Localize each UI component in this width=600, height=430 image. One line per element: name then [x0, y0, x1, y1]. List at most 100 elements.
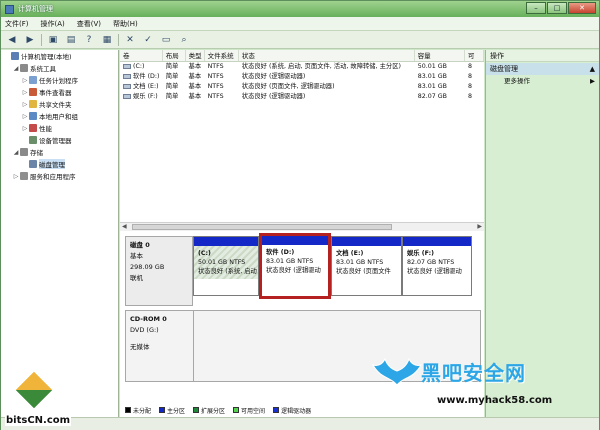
expand-arrow-icon[interactable]: ▷ [21, 113, 29, 120]
tree-item[interactable]: 计算机管理(本地) [1, 50, 118, 62]
actions-title: 操作 [486, 50, 599, 62]
tree-item[interactable]: 磁盘管理 [1, 158, 118, 170]
volume-rows: (C:) 简单 基本 NTFS 状态良好 (系统, 启动, 页面文件, 活动, 故障转储… [120, 62, 484, 102]
menu-help[interactable]: 帮助(H) [113, 19, 138, 29]
column-header-type[interactable]: 类型 [186, 50, 205, 61]
settings-icon[interactable]: ✓ [141, 33, 155, 47]
menu-action[interactable]: 操作(A) [41, 19, 65, 29]
column-header-status[interactable]: 状态 [239, 50, 415, 61]
tree-node-icon [29, 112, 37, 120]
table-cell: (C:) [120, 62, 163, 72]
tree-item-label: 磁盘管理 [39, 159, 65, 169]
legend-label: 扩展分区 [201, 407, 226, 415]
tree-item[interactable]: 设备管理器 [1, 134, 118, 146]
table-row[interactable]: 娱乐 (F:) 简单 基本 NTFS 状态良好 (逻辑驱动器) 82.07 GB 8 [120, 92, 484, 102]
volume-table-header: 卷 布局 类型 文件系统 状态 容量 可 [120, 50, 484, 62]
table-cell-text: NTFS [207, 93, 224, 100]
expand-arrow-icon[interactable]: ▷ [21, 125, 29, 132]
table-row[interactable]: (C:) 简单 基本 NTFS 状态良好 (系统, 启动, 页面文件, 活动, 故障转储… [120, 62, 484, 72]
scroll-right-icon[interactable]: ▶ [477, 223, 482, 230]
menu-file[interactable]: 文件(F) [5, 19, 29, 29]
partition-block[interactable]: 娱乐 (F:) 82.07 GB NTFS 状态良好 (逻辑驱动 [402, 236, 472, 296]
more-actions-item[interactable]: 更多操作 ▶ [486, 75, 599, 87]
back-icon[interactable]: ◀ [5, 33, 19, 47]
collapse-icon[interactable]: ▲ [590, 63, 595, 75]
partition-block[interactable]: 软件 (D:) 83.01 GB NTFS 状态良好 (逻辑驱动 [259, 233, 331, 299]
table-cell: 83.01 GB [415, 72, 465, 82]
table-cell: 简单 [163, 92, 186, 102]
maximize-button[interactable]: □ [547, 2, 567, 14]
legend-swatch [233, 407, 240, 413]
view-icon[interactable]: ▦ [100, 33, 114, 47]
table-cell: 8 [465, 82, 484, 92]
cdrom-type: DVD (G:) [130, 326, 159, 334]
table-cell-text: 文档 (E:) [133, 83, 159, 90]
scroll-left-icon[interactable]: ◀ [122, 223, 127, 230]
table-cell: 基本 [186, 82, 205, 92]
disk-0-label[interactable]: 磁盘 0 基本 298.09 GB 联机 [125, 236, 193, 306]
column-header-layout[interactable]: 布局 [163, 50, 186, 61]
partition-block[interactable]: 文档 (E:) 83.01 GB NTFS 状态良好 (页面文件 [331, 236, 402, 296]
tree-item[interactable]: ▷ 任务计划程序 [1, 74, 118, 86]
toolbar: ◀ ▶ ▣ ▤ ? ▦ ✕ ✓ ▭ ⌕ [1, 31, 599, 49]
disk-0-type: 基本 [130, 252, 143, 260]
help-icon[interactable]: ? [82, 33, 96, 47]
table-cell: 83.01 GB [415, 82, 465, 92]
navigation-tree: 计算机管理(本地) ◢ 系统工具 ▷ 任务计划程序 ▷ 事件查看器 ▷ 共享文件夹 ▷ 本地用户和组… [1, 50, 119, 417]
horizontal-scrollbar[interactable]: ◀ ▶ [120, 222, 484, 231]
cdrom-status: 无媒体 [130, 343, 150, 351]
up-icon[interactable]: ▣ [46, 33, 60, 47]
tree-item[interactable]: ▷ 事件查看器 [1, 86, 118, 98]
legend-item: 扩展分区 [193, 406, 225, 415]
forward-icon[interactable]: ▶ [23, 33, 37, 47]
title-bar[interactable]: 计算机管理 – □ ✕ [1, 1, 599, 17]
expand-arrow-icon[interactable]: ▷ [21, 101, 29, 108]
open-icon[interactable]: ▭ [159, 33, 173, 47]
column-header-volume[interactable]: 卷 [120, 50, 163, 61]
close-button[interactable]: ✕ [568, 2, 596, 14]
tree-item[interactable]: ▷ 共享文件夹 [1, 98, 118, 110]
expand-arrow-icon[interactable]: ▷ [12, 173, 20, 180]
actions-section-disk-management[interactable]: 磁盘管理 ▲ [486, 63, 599, 75]
partition-block[interactable]: (C:) 50.01 GB NTFS 状态良好 (系统, 启动 [193, 236, 259, 296]
expand-arrow-icon[interactable]: ◢ [12, 149, 20, 156]
search-icon[interactable]: ⌕ [177, 33, 191, 47]
tree-item[interactable]: ▷ 性能 [1, 122, 118, 134]
table-row[interactable]: 文档 (E:) 简单 基本 NTFS 状态良好 (页面文件, 逻辑驱动器) 83.01 G… [120, 82, 484, 92]
tree-item-label: 计算机管理(本地) [21, 53, 72, 61]
column-header-free[interactable]: 可 [465, 50, 484, 61]
expand-arrow-icon[interactable]: ◢ [12, 65, 20, 72]
table-cell: 50.01 GB [415, 62, 465, 72]
column-header-capacity[interactable]: 容量 [415, 50, 465, 61]
partition-status: 状态良好 (逻辑驱动 [407, 268, 462, 275]
table-cell: 状态良好 (逻辑驱动器) [239, 72, 415, 82]
partition-type-bar [262, 236, 328, 245]
partition-size: 83.01 GB NTFS [266, 258, 314, 265]
volume-table: 卷 布局 类型 文件系统 状态 容量 可 (C:) 简单 基本 NTFS 状态良好 (系… [120, 50, 484, 102]
tree-item[interactable]: ◢ 存储 [1, 146, 118, 158]
tree-item[interactable]: ▷ 服务和应用程序 [1, 170, 118, 182]
table-cell-text: 83.01 GB [417, 83, 447, 90]
table-cell-text: 简单 [165, 83, 179, 90]
column-header-filesystem[interactable]: 文件系统 [205, 50, 239, 61]
expand-arrow-icon[interactable]: ▷ [21, 89, 29, 96]
bitscn-logo: bitsCN.com [5, 368, 72, 429]
menu-view[interactable]: 查看(V) [77, 19, 101, 29]
delete-icon[interactable]: ✕ [123, 33, 137, 47]
tree-item[interactable]: ▷ 本地用户和组 [1, 110, 118, 122]
table-cell-text: 状态良好 (逻辑驱动器) [241, 73, 306, 80]
properties-icon[interactable]: ▤ [64, 33, 78, 47]
partition-type-bar [194, 237, 258, 246]
expand-arrow-icon[interactable]: ▷ [21, 77, 29, 84]
table-cell: 软件 (D:) [120, 72, 163, 82]
table-cell-text: 8 [467, 63, 472, 70]
table-row[interactable]: 软件 (D:) 简单 基本 NTFS 状态良好 (逻辑驱动器) 83.01 GB 8 [120, 72, 484, 82]
partition-info: 软件 (D:) 83.01 GB NTFS 状态良好 (逻辑驱动 [262, 245, 328, 278]
table-cell-text: 82.07 GB [417, 93, 447, 100]
partition-info: (C:) 50.01 GB NTFS 状态良好 (系统, 启动 [194, 246, 258, 279]
tree-item[interactable]: ◢ 系统工具 [1, 62, 118, 74]
table-cell-text: 基本 [188, 93, 202, 100]
scroll-thumb[interactable] [132, 224, 392, 230]
tree-item-label: 事件查看器 [39, 89, 72, 97]
minimize-button[interactable]: – [526, 2, 546, 14]
